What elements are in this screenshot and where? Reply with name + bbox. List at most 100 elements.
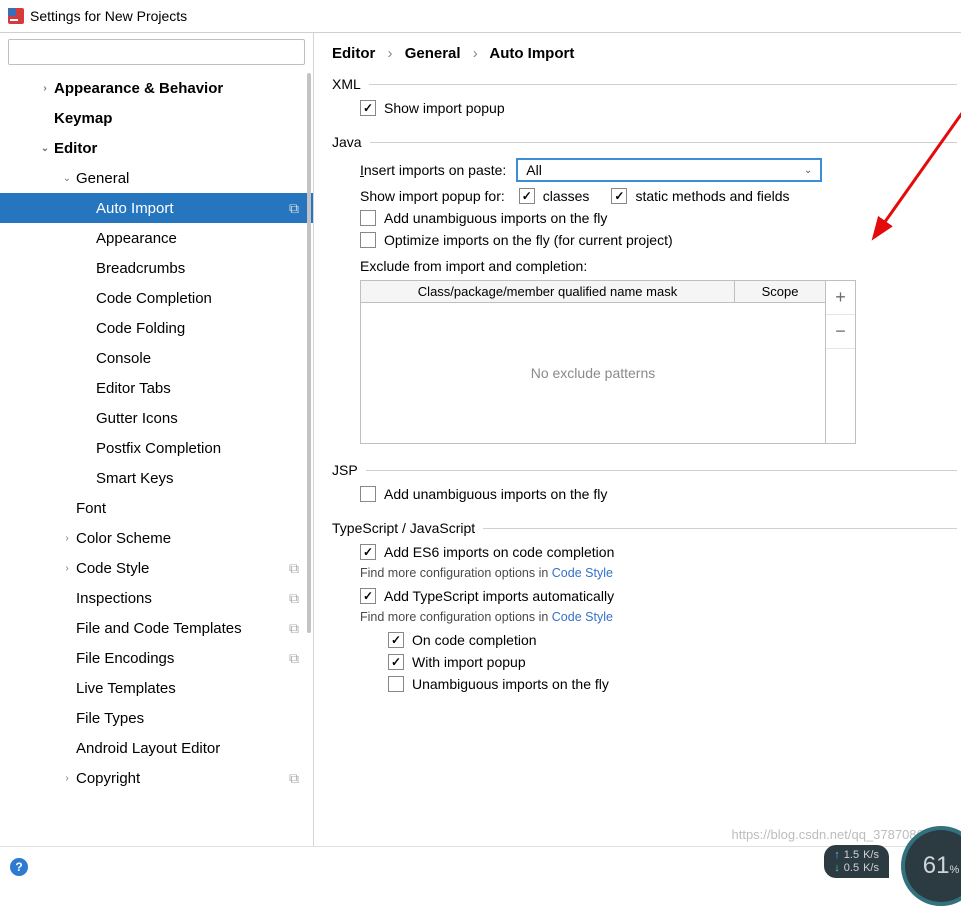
sidebar-item-keymap[interactable]: Keymap <box>0 103 313 133</box>
checkbox-icon[interactable] <box>388 676 404 692</box>
java-optimize-imports[interactable]: Optimize imports on the fly (for current… <box>360 232 957 248</box>
settings-search[interactable]: 🔍 ▾ <box>8 39 305 65</box>
checkbox-icon[interactable] <box>388 632 404 648</box>
sidebar-item-label: Smart Keys <box>96 470 174 487</box>
title-bar: Settings for New Projects <box>0 0 961 32</box>
sidebar-item-label: Editor Tabs <box>96 380 171 397</box>
xml-show-import-popup[interactable]: Show import popup <box>360 100 957 116</box>
exclude-col-mask[interactable]: Class/package/member qualified name mask <box>361 281 735 302</box>
ts-add-ts-imports[interactable]: Add TypeScript imports automatically <box>360 588 957 604</box>
breadcrumb: Editor › General › Auto Import <box>332 45 957 62</box>
window-title: Settings for New Projects <box>30 8 187 24</box>
sidebar-item-label: Android Layout Editor <box>76 740 220 757</box>
chevron-down-icon: ⌄ <box>58 173 76 184</box>
code-style-link[interactable]: Code Style <box>552 566 613 580</box>
sidebar-item-label: Appearance & Behavior <box>54 80 223 97</box>
exclude-table[interactable]: Class/package/member qualified name mask… <box>360 280 826 444</box>
sidebar-item-breadcrumbs[interactable]: Breadcrumbs <box>0 253 313 283</box>
show-popup-for-label: Show import popup for: <box>360 188 505 204</box>
checkbox-icon[interactable] <box>360 100 376 116</box>
sidebar-item-postfix-completion[interactable]: Postfix Completion <box>0 433 313 463</box>
sidebar-item-label: Copyright <box>76 770 140 787</box>
checkbox-icon[interactable] <box>360 210 376 226</box>
checkbox-icon[interactable] <box>388 654 404 670</box>
checkbox-icon[interactable] <box>519 188 535 204</box>
exclude-empty-text: No exclude patterns <box>361 303 825 443</box>
sidebar-item-label: File Types <box>76 710 144 727</box>
app-logo-icon <box>8 8 24 24</box>
help-icon[interactable]: ? <box>10 858 28 876</box>
copy-icon: ⧉ <box>289 590 299 607</box>
watermark-text: https://blog.csdn.net/qq_37870869 <box>732 827 932 842</box>
sidebar-item-console[interactable]: Console <box>0 343 313 373</box>
ts-es6-imports[interactable]: Add ES6 imports on code completion <box>360 544 957 560</box>
ts-with-import-popup[interactable]: With import popup <box>388 654 957 670</box>
sidebar-item-code-folding[interactable]: Code Folding <box>0 313 313 343</box>
sidebar-item-file-and-code-templates[interactable]: File and Code Templates ⧉ <box>0 613 313 643</box>
sidebar-item-android-layout-editor[interactable]: Android Layout Editor <box>0 733 313 763</box>
chevron-down-icon: ⌄ <box>804 165 812 176</box>
copy-icon: ⧉ <box>289 560 299 577</box>
remove-button[interactable]: − <box>826 315 855 349</box>
insert-imports-select[interactable]: All ⌄ <box>516 158 822 182</box>
sidebar-item-label: Appearance <box>96 230 177 247</box>
checkbox-icon[interactable] <box>360 588 376 604</box>
sidebar-item-gutter-icons[interactable]: Gutter Icons <box>0 403 313 433</box>
sidebar-item-label: File and Code Templates <box>76 620 242 637</box>
copy-icon: ⧉ <box>289 650 299 667</box>
checkbox-icon[interactable] <box>360 486 376 502</box>
sidebar-item-appearance-behavior[interactable]: ›Appearance & Behavior <box>0 73 313 103</box>
sidebar-item-label: Live Templates <box>76 680 176 697</box>
insert-imports-value: All <box>526 162 542 178</box>
breadcrumb-general[interactable]: General <box>405 45 461 62</box>
exclude-label: Exclude from import and completion: <box>360 258 957 274</box>
settings-sidebar: 🔍 ▾ ›Appearance & BehaviorKeymap⌄Editor⌄… <box>0 33 314 846</box>
sidebar-item-smart-keys[interactable]: Smart Keys <box>0 463 313 493</box>
ts-hint-2: Find more configuration options in Code … <box>360 610 957 624</box>
scrollbar-thumb[interactable] <box>307 73 311 633</box>
chevron-right-icon: › <box>58 773 76 784</box>
sidebar-item-label: General <box>76 170 129 187</box>
sidebar-item-editor-tabs[interactable]: Editor Tabs <box>0 373 313 403</box>
sidebar-item-code-style[interactable]: ›Code Style⧉ <box>0 553 313 583</box>
sidebar-item-copyright[interactable]: ›Copyright⧉ <box>0 763 313 793</box>
section-ts: TypeScript / JavaScript Add ES6 imports … <box>332 520 957 692</box>
section-xml: XML Show import popup <box>332 76 957 116</box>
chevron-right-icon: › <box>58 563 76 574</box>
section-java: Java Insert imports on paste: All ⌄ Show… <box>332 134 957 444</box>
exclude-col-scope[interactable]: Scope <box>735 281 825 302</box>
checkbox-icon[interactable] <box>360 232 376 248</box>
breadcrumb-editor[interactable]: Editor <box>332 45 375 62</box>
sidebar-item-file-encodings[interactable]: File Encodings⧉ <box>0 643 313 673</box>
sidebar-item-live-templates[interactable]: Live Templates <box>0 673 313 703</box>
sidebar-item-editor[interactable]: ⌄Editor <box>0 133 313 163</box>
footer: ? <box>0 846 961 886</box>
sidebar-item-label: Gutter Icons <box>96 410 178 427</box>
copy-icon: ⧉ <box>289 200 299 217</box>
ts-unambiguous-on-fly[interactable]: Unambiguous imports on the fly <box>388 676 957 692</box>
static-checkbox[interactable]: static methods and fields <box>611 188 789 204</box>
breadcrumb-auto-import: Auto Import <box>489 45 574 62</box>
sidebar-item-general[interactable]: ⌄General <box>0 163 313 193</box>
add-button[interactable]: + <box>826 281 855 315</box>
sidebar-item-auto-import[interactable]: Auto Import⧉ <box>0 193 313 223</box>
search-input[interactable] <box>8 39 305 65</box>
code-style-link[interactable]: Code Style <box>552 610 613 624</box>
jsp-add-unambiguous[interactable]: Add unambiguous imports on the fly <box>360 486 957 502</box>
sidebar-item-appearance[interactable]: Appearance <box>0 223 313 253</box>
sidebar-item-color-scheme[interactable]: ›Color Scheme <box>0 523 313 553</box>
classes-checkbox[interactable]: classes <box>519 188 590 204</box>
sidebar-item-inspections[interactable]: Inspections⧉ <box>0 583 313 613</box>
settings-tree[interactable]: ›Appearance & BehaviorKeymap⌄Editor⌄Gene… <box>0 71 313 846</box>
checkbox-icon[interactable] <box>611 188 627 204</box>
ts-on-code-completion[interactable]: On code completion <box>388 632 957 648</box>
java-add-unambiguous[interactable]: Add unambiguous imports on the fly <box>360 210 957 226</box>
sidebar-item-label: Font <box>76 500 106 517</box>
section-jsp: JSP Add unambiguous imports on the fly <box>332 462 957 502</box>
sidebar-item-code-completion[interactable]: Code Completion <box>0 283 313 313</box>
copy-icon: ⧉ <box>289 620 299 637</box>
ts-hint-1: Find more configuration options in Code … <box>360 566 957 580</box>
sidebar-item-file-types[interactable]: File Types <box>0 703 313 733</box>
checkbox-icon[interactable] <box>360 544 376 560</box>
sidebar-item-font[interactable]: Font <box>0 493 313 523</box>
